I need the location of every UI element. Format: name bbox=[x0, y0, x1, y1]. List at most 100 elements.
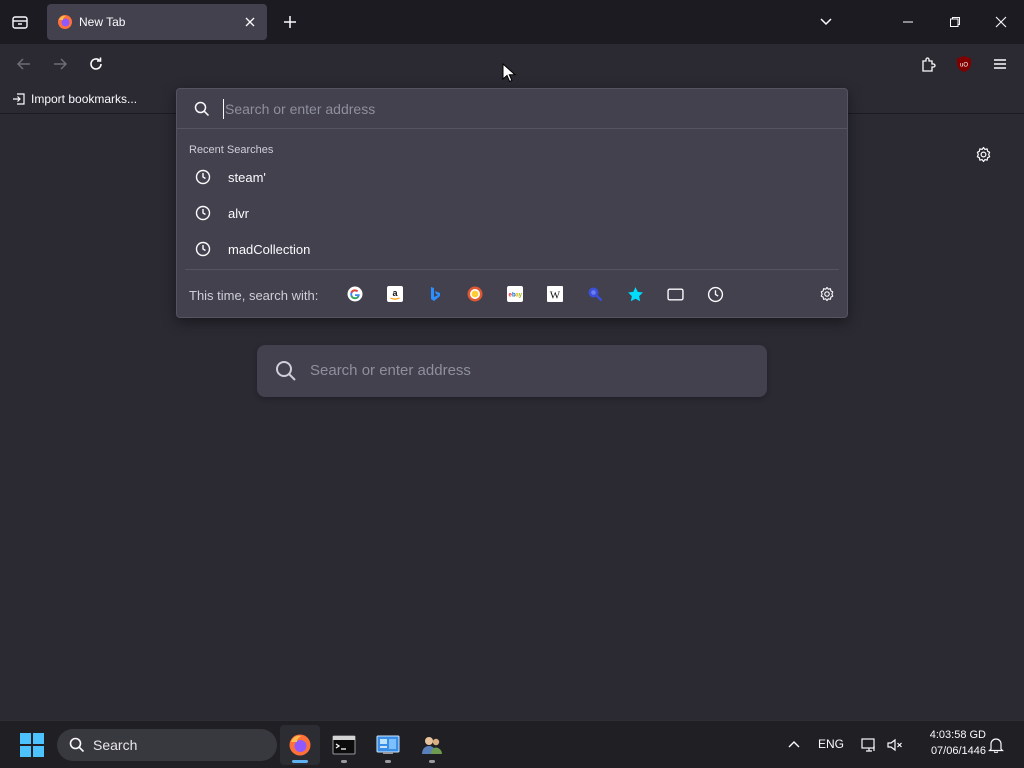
taskbar: Search ENG 4:03:58 GD 07/06/1446 bbox=[0, 720, 1024, 768]
tab-list-button[interactable] bbox=[8, 10, 32, 34]
app-menu-button[interactable] bbox=[988, 52, 1012, 76]
chevron-up-icon bbox=[788, 741, 800, 748]
import-bookmarks-label: Import bookmarks... bbox=[31, 92, 138, 106]
hamburger-icon bbox=[994, 59, 1006, 69]
start-button[interactable] bbox=[20, 733, 44, 757]
import-bookmarks-button[interactable]: Import bookmarks... bbox=[12, 90, 137, 108]
gear-icon bbox=[976, 146, 990, 162]
reload-icon bbox=[90, 57, 102, 70]
new-tab-button[interactable] bbox=[279, 11, 301, 33]
divider bbox=[185, 269, 839, 270]
recent-search-item[interactable]: alvr bbox=[185, 196, 839, 230]
close-icon bbox=[245, 17, 255, 27]
plus-icon bbox=[284, 16, 296, 28]
ublock-origin-button[interactable]: uO bbox=[952, 52, 976, 76]
search-icon bbox=[194, 101, 210, 117]
gear-icon bbox=[820, 286, 834, 302]
arrow-left-icon bbox=[16, 58, 30, 70]
recent-search-label: alvr bbox=[228, 205, 249, 221]
tab-list-icon bbox=[12, 16, 28, 29]
mouse-pointer-icon bbox=[502, 63, 516, 83]
clock-icon bbox=[194, 168, 212, 186]
chevron-down-icon bbox=[820, 18, 832, 26]
extensions-button[interactable] bbox=[916, 52, 940, 76]
oneoff-search-label: This time, search with: bbox=[189, 288, 319, 303]
amazon-icon: a bbox=[387, 286, 403, 302]
windows-logo-icon bbox=[20, 733, 44, 757]
taskbar-app-terminal[interactable] bbox=[324, 725, 364, 765]
duckduckgo-icon bbox=[467, 286, 483, 302]
svg-text:W: W bbox=[550, 290, 561, 302]
recent-search-item[interactable]: madCollection bbox=[185, 232, 839, 266]
search-engine-icon bbox=[588, 287, 603, 302]
search-bookmarks-button[interactable] bbox=[625, 284, 645, 304]
tab-bar: New Tab bbox=[0, 0, 1024, 44]
recent-search-label: steam' bbox=[228, 169, 266, 185]
search-icon bbox=[276, 361, 296, 381]
minimize-button[interactable] bbox=[893, 7, 923, 37]
search-engine-amazon[interactable]: a bbox=[385, 284, 405, 304]
terminal-icon bbox=[332, 735, 356, 755]
restore-button[interactable] bbox=[940, 7, 970, 37]
search-tabs-button[interactable] bbox=[665, 284, 685, 304]
show-hidden-icons-button[interactable] bbox=[784, 735, 804, 755]
search-engine-bing[interactable] bbox=[425, 284, 445, 304]
tab-title: New Tab bbox=[79, 15, 126, 29]
taskbar-app-firefox[interactable] bbox=[280, 725, 320, 765]
close-icon bbox=[995, 16, 1007, 28]
bing-icon bbox=[431, 287, 440, 301]
clock-icon bbox=[194, 204, 212, 222]
search-icon bbox=[69, 737, 85, 753]
recent-search-item[interactable]: steam' bbox=[185, 160, 839, 194]
network-icon bbox=[861, 738, 875, 752]
svg-text:uO: uO bbox=[960, 63, 968, 69]
taskbar-search[interactable]: Search bbox=[57, 729, 277, 761]
minimize-icon bbox=[903, 21, 913, 23]
search-engine-other[interactable] bbox=[585, 284, 605, 304]
newtab-personalize-button[interactable] bbox=[972, 143, 994, 165]
recent-search-label: madCollection bbox=[228, 241, 311, 257]
running-indicator bbox=[385, 760, 391, 763]
google-icon bbox=[347, 286, 363, 302]
urlbar-input[interactable] bbox=[223, 99, 823, 119]
urlbar bbox=[177, 89, 847, 129]
tab-new-tab[interactable]: New Tab bbox=[47, 4, 267, 40]
firefox-icon bbox=[289, 734, 311, 756]
clock-icon bbox=[194, 240, 212, 258]
search-engine-google[interactable] bbox=[345, 284, 365, 304]
bookmarks-icon bbox=[627, 286, 643, 301]
notifications-button[interactable] bbox=[986, 735, 1006, 755]
search-engine-ebay[interactable]: ebay bbox=[505, 284, 525, 304]
reload-button[interactable] bbox=[84, 52, 108, 76]
recent-searches-heading: Recent Searches bbox=[189, 144, 274, 156]
restore-icon bbox=[950, 17, 960, 27]
clock-time: 4:03:58 GD bbox=[929, 729, 986, 741]
back-button[interactable] bbox=[12, 52, 36, 76]
ebay-icon: ebay bbox=[507, 286, 523, 302]
wikipedia-icon: W bbox=[547, 286, 563, 302]
taskbar-app-control-panel[interactable] bbox=[368, 725, 408, 765]
newtab-search-box[interactable]: Search or enter address bbox=[257, 345, 767, 397]
running-indicator bbox=[429, 760, 435, 763]
firefox-icon bbox=[58, 15, 72, 29]
forward-button[interactable] bbox=[48, 52, 72, 76]
taskbar-app-users[interactable] bbox=[412, 725, 452, 765]
arrow-right-icon bbox=[54, 58, 68, 70]
running-indicator bbox=[292, 760, 308, 763]
network-status[interactable] bbox=[859, 735, 879, 755]
tab-close-button[interactable] bbox=[241, 13, 259, 31]
window-close-button[interactable] bbox=[986, 7, 1016, 37]
search-settings-button[interactable] bbox=[817, 284, 837, 304]
control-panel-icon bbox=[376, 735, 400, 754]
search-engine-wikipedia[interactable]: W bbox=[545, 284, 565, 304]
list-all-tabs-button[interactable] bbox=[815, 11, 837, 33]
taskbar-search-label: Search bbox=[93, 737, 138, 753]
volume-muted-icon bbox=[887, 738, 902, 752]
search-engine-duckduckgo[interactable] bbox=[465, 284, 485, 304]
system-clock[interactable]: 4:03:58 GD 07/06/1446 bbox=[912, 727, 986, 759]
input-language[interactable]: ENG bbox=[818, 737, 844, 751]
clock-date: 07/06/1446 bbox=[930, 745, 986, 757]
search-history-button[interactable] bbox=[705, 284, 725, 304]
urlbar-dropdown: Recent Searches steam' alvr madCollectio… bbox=[176, 88, 848, 318]
volume-status[interactable] bbox=[885, 735, 905, 755]
